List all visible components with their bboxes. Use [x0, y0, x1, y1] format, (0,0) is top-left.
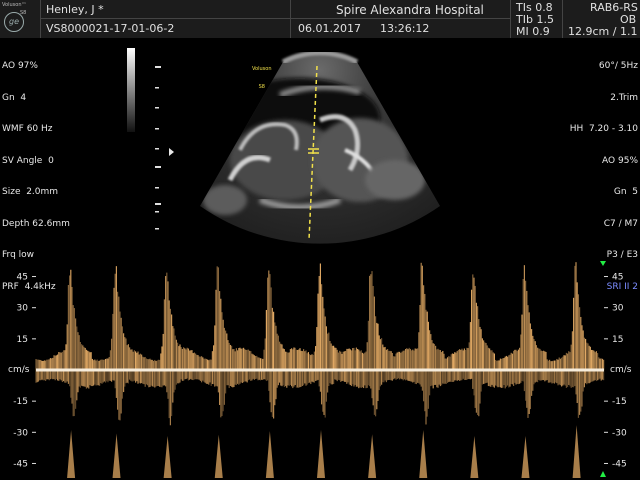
velocity-tick-label: -45 — [13, 459, 28, 469]
velocity-tick-label: 45 — [612, 273, 623, 283]
aliased-peak — [368, 434, 377, 478]
velocity-tick-label: -30 — [612, 428, 627, 438]
aliased-peak — [214, 434, 223, 478]
aliased-peak — [67, 430, 76, 478]
velocity-tick-label: 30 — [17, 304, 29, 314]
velocity-unit-right: cm/s — [610, 365, 632, 375]
ultrasound-display: 45 45 30 30 15 15 -15 -15 -30 -30 -45 -45 — [13, 48, 627, 478]
velocity-tick-label: -45 — [612, 459, 627, 469]
aliased-peak — [265, 430, 274, 478]
velocity-tick-label: -30 — [13, 428, 28, 438]
sweep-marker-icon — [600, 471, 606, 477]
doppler-spectrum — [35, 262, 605, 478]
aliased-peak — [419, 429, 428, 478]
aliased-peak — [572, 425, 581, 478]
velocity-tick-label: -15 — [612, 397, 627, 407]
depth-scale — [155, 66, 161, 230]
velocity-tick-label: 15 — [612, 335, 623, 345]
velocity-tick-label: 30 — [612, 304, 624, 314]
aliased-peak — [317, 429, 325, 478]
velocity-tick-label: 15 — [17, 335, 28, 345]
image-brand: Voluson — [252, 66, 272, 72]
image-brand-label: Voluson S8 — [252, 54, 271, 96]
aliased-peak — [521, 435, 530, 478]
aliased-peak — [112, 433, 121, 478]
sweep-marker-icon — [600, 261, 606, 266]
focus-marker-icon — [169, 148, 174, 156]
velocity-unit-left: cm/s — [8, 365, 30, 375]
image-model: S8 — [258, 84, 265, 90]
velocity-tick-label: 45 — [17, 273, 28, 283]
bmode-image — [200, 50, 440, 244]
grayscale-bar — [127, 48, 135, 132]
aliased-peak — [163, 435, 172, 478]
velocity-tick-label: -15 — [13, 397, 28, 407]
doppler-baseline — [36, 368, 604, 372]
aliased-peak — [470, 435, 479, 478]
